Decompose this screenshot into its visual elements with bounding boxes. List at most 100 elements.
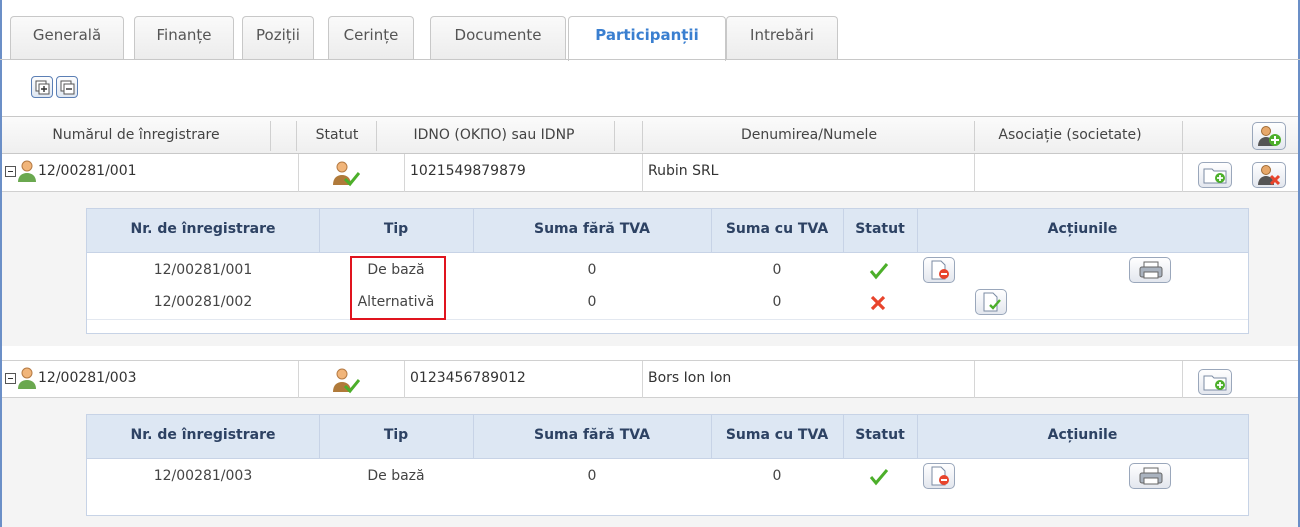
col-separator	[642, 361, 643, 399]
idno-value: 1021549879879	[410, 163, 526, 179]
add-user-icon	[1258, 126, 1281, 146]
participant-row[interactable]: 12/00281/003 0123456789012 Bors Ion Ion	[2, 360, 1298, 399]
offer-sum-no-vat: 0	[587, 262, 597, 278]
association-value	[980, 154, 1180, 192]
col-separator	[270, 121, 271, 151]
offer-row[interactable]: 12/00281/002 Alternativă 0 0	[87, 287, 1248, 319]
document-reject-icon	[931, 466, 949, 486]
tab-finante[interactable]: Finanțe	[134, 16, 234, 60]
collapse-toggle[interactable]	[5, 166, 16, 177]
tab-cerinte[interactable]: Cerințe	[328, 16, 414, 60]
approved-user-icon	[333, 161, 360, 187]
col-type: Tip	[383, 221, 409, 237]
offers-table: Nr. de înregistrare Tip Suma fără TVA Su…	[86, 208, 1249, 334]
document-approve-icon	[983, 292, 1001, 312]
remove-participant-button[interactable]	[1252, 162, 1286, 188]
offer-sum-vat: 0	[772, 262, 782, 278]
col-reg-number: Numărul de înregistrare	[52, 127, 220, 143]
print-button[interactable]	[1129, 257, 1171, 283]
offers-table: Nr. de înregistrare Tip Suma fără TVA Su…	[86, 414, 1249, 516]
user-icon	[18, 367, 36, 389]
collapse-all-icon	[60, 80, 75, 95]
tab-pozitii[interactable]: Poziții	[242, 16, 314, 60]
offer-sum-vat: 0	[772, 468, 782, 484]
collapse-all-button[interactable]	[56, 76, 78, 98]
collapse-toggle[interactable]	[5, 373, 16, 384]
tab-documente[interactable]: Documente	[430, 16, 566, 60]
approve-offer-button[interactable]	[975, 289, 1007, 315]
tab-divider	[0, 59, 1300, 60]
association-value	[980, 361, 1180, 399]
col-separator	[614, 121, 615, 151]
col-sum-no-vat: Suma fără TVA	[534, 427, 650, 443]
col-status: Statut	[855, 427, 905, 443]
offer-row[interactable]: 12/00281/001 De bază 0 0	[87, 255, 1248, 287]
add-participant-button[interactable]	[1252, 122, 1286, 150]
highlight-box	[350, 256, 446, 320]
expand-all-button[interactable]	[31, 76, 53, 98]
col-association: Asociație (societate)	[998, 127, 1142, 143]
col-separator	[974, 121, 975, 151]
tab-intrebari[interactable]: Intrebări	[726, 16, 838, 60]
user-icon	[18, 160, 36, 182]
participant-name: Bors Ion Ion	[648, 370, 732, 386]
cross-icon	[870, 295, 886, 311]
col-separator	[296, 121, 297, 151]
participant-detail: Nr. de înregistrare Tip Suma fără TVA Su…	[2, 398, 1298, 527]
offer-reg: 12/00281/001	[153, 262, 253, 278]
col-actions: Acțiunile	[1047, 427, 1118, 443]
col-sum-no-vat: Suma fără TVA	[534, 221, 650, 237]
col-separator	[642, 121, 643, 151]
participant-name: Rubin SRL	[648, 163, 719, 179]
remove-user-icon	[1258, 165, 1281, 186]
participant-detail: Nr. de înregistrare Tip Suma fără TVA Su…	[2, 192, 1298, 346]
printer-icon	[1139, 467, 1163, 485]
idno-value: 0123456789012	[410, 370, 526, 386]
tab-generala[interactable]: Generală	[10, 16, 124, 60]
col-status: Statut	[855, 221, 905, 237]
col-separator	[404, 361, 405, 399]
col-separator	[974, 154, 975, 192]
expand-all-icon	[35, 80, 50, 95]
document-reject-icon	[931, 260, 949, 280]
offers-table-header: Nr. de înregistrare Tip Suma fără TVA Su…	[87, 415, 1248, 459]
offer-sum-no-vat: 0	[587, 294, 597, 310]
check-icon	[869, 469, 889, 486]
print-button[interactable]	[1129, 463, 1171, 489]
reject-offer-button[interactable]	[923, 463, 955, 489]
tab-participantii[interactable]: Participanții	[568, 16, 726, 61]
col-separator	[1182, 361, 1183, 399]
col-separator	[404, 154, 405, 192]
offer-sum-vat: 0	[772, 294, 782, 310]
offer-row[interactable]: 12/00281/003 De bază 0 0	[87, 461, 1248, 493]
col-separator	[298, 361, 299, 399]
add-document-button[interactable]	[1198, 162, 1232, 188]
row-divider	[87, 319, 1248, 320]
col-name: Denumirea/Numele	[740, 127, 878, 143]
col-idno: IDNO (OKПO) sau IDNP	[413, 127, 575, 143]
participants-grid-header: Numărul de înregistrare Statut IDNO (OKП…	[2, 116, 1298, 154]
col-separator	[1182, 154, 1183, 192]
folder-add-icon	[1203, 168, 1227, 184]
offer-sum-no-vat: 0	[587, 468, 597, 484]
check-icon	[869, 263, 889, 280]
col-separator	[1182, 121, 1183, 151]
approved-user-icon	[333, 368, 360, 394]
reg-number: 12/00281/001	[38, 163, 137, 179]
col-reg: Nr. de înregistrare	[130, 427, 276, 443]
add-document-button[interactable]	[1198, 369, 1232, 395]
col-sum-vat: Suma cu TVA	[725, 221, 829, 237]
folder-add-icon	[1203, 375, 1227, 391]
tab-bar: Generală Finanțe Poziții Cerințe Documen…	[10, 16, 1290, 61]
offer-reg: 12/00281/003	[153, 468, 253, 484]
reg-number: 12/00281/003	[38, 370, 137, 386]
offers-table-header: Nr. de înregistrare Tip Suma fără TVA Su…	[87, 209, 1248, 253]
col-reg: Nr. de înregistrare	[130, 221, 276, 237]
participant-row[interactable]: 12/00281/001 1021549879879 Rubin SRL	[2, 154, 1298, 192]
col-status: Statut	[315, 127, 359, 143]
reject-offer-button[interactable]	[923, 257, 955, 283]
col-separator	[642, 154, 643, 192]
col-separator	[376, 121, 377, 151]
col-actions: Acțiunile	[1047, 221, 1118, 237]
offer-type: De bază	[367, 468, 425, 484]
